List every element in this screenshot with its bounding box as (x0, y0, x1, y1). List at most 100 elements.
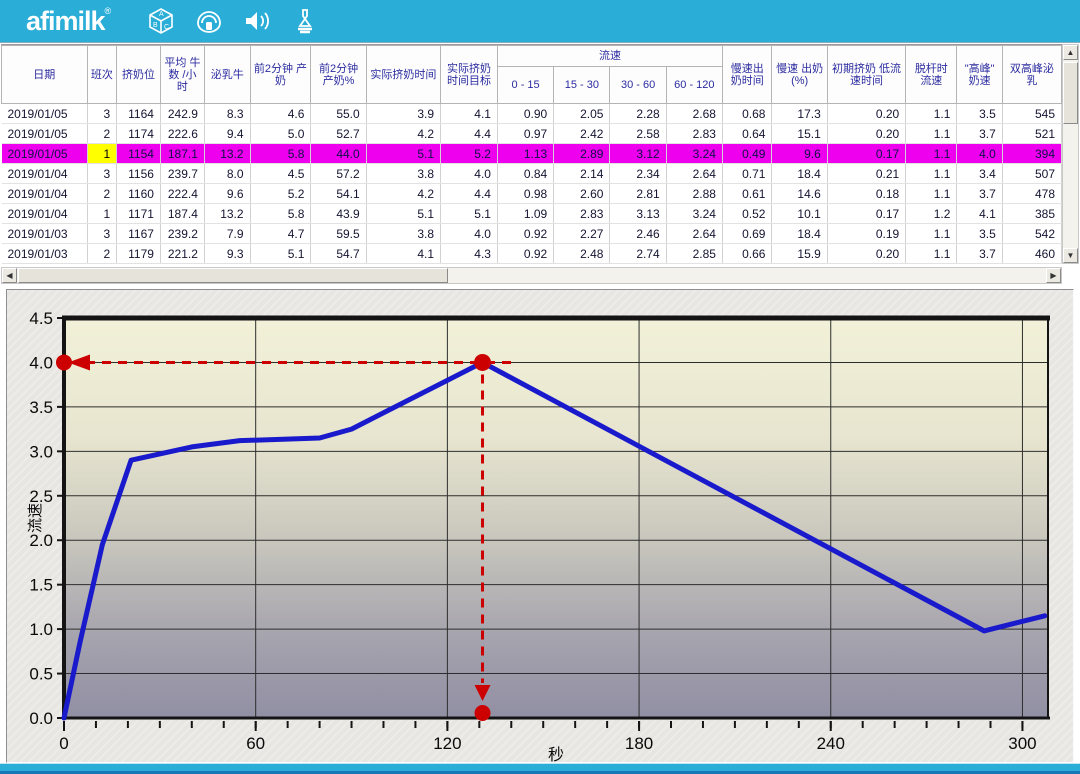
table-cell: 9.4 (204, 124, 250, 144)
table-row[interactable]: 2019/01/0421160222.49.65.254.14.24.40.98… (2, 184, 1062, 204)
table-cell: 4.1 (366, 244, 440, 264)
table-cell: 1.1 (906, 184, 957, 204)
table-cell: 3.7 (957, 244, 1002, 264)
table-cell: 54.7 (311, 244, 366, 264)
speaker-icon[interactable] (242, 6, 272, 36)
table-cell: 2019/01/04 (2, 184, 88, 204)
table-cell: 8.0 (204, 164, 250, 184)
table-cell: 222.4 (160, 184, 204, 204)
table-cell: 13.2 (204, 204, 250, 224)
table-cell: 3.8 (366, 224, 440, 244)
table-cell: 14.6 (772, 184, 827, 204)
table-cell: 3.5 (957, 224, 1002, 244)
table-cell: 0.21 (827, 164, 905, 184)
table-cell: 4.2 (366, 124, 440, 144)
abc-cube-icon[interactable]: A B C (146, 6, 176, 36)
table-cell: 4.4 (441, 124, 498, 144)
table-cell: 0.69 (722, 224, 772, 244)
plot-background (64, 318, 1048, 718)
table-cell: 2.42 (554, 124, 610, 144)
table-cell: 4.3 (441, 244, 498, 264)
table-cell: 2.34 (610, 164, 666, 184)
table-row[interactable]: 2019/01/0431156239.78.04.557.23.84.00.84… (2, 164, 1062, 184)
table-cell: 2019/01/05 (2, 104, 88, 124)
table-cell: 221.2 (160, 244, 204, 264)
table-cell: 2.64 (666, 164, 722, 184)
table-cell: 3.7 (957, 124, 1002, 144)
table-cell: 242.9 (160, 104, 204, 124)
flask-icon[interactable] (290, 6, 320, 36)
table-cell: 9.6 (772, 144, 827, 164)
flow-rate-chart: 0.00.51.01.52.02.53.03.54.04.50601201802… (0, 289, 1080, 763)
table-cell: 3 (87, 104, 117, 124)
scroll-up-button[interactable]: ▲ (1063, 45, 1078, 60)
table-cell: 3.24 (666, 204, 722, 224)
table-cell: 385 (1002, 204, 1061, 224)
table-cell: 0.90 (497, 104, 553, 124)
table-cell: 1.1 (906, 224, 957, 244)
header-cell: 日期 (2, 46, 88, 104)
header-cell: 实际挤奶 时间目标 (441, 46, 498, 104)
table-cell: 0.17 (827, 144, 905, 164)
table-cell: 239.7 (160, 164, 204, 184)
svg-text:B: B (153, 22, 158, 29)
table-cell: 3.5 (957, 104, 1002, 124)
table-cell: 4.4 (441, 184, 498, 204)
table-cell: 9.3 (204, 244, 250, 264)
table-cell: 2.81 (610, 184, 666, 204)
scroll-left-button[interactable]: ◀ (2, 268, 17, 283)
table-cell: 1 (87, 204, 117, 224)
y-tick-label: 0.5 (29, 665, 53, 684)
table-cell: 1.1 (906, 164, 957, 184)
table-cell: 1.09 (497, 204, 553, 224)
table-cell: 2.83 (666, 124, 722, 144)
scroll-right-button[interactable]: ▶ (1046, 268, 1061, 283)
table-row[interactable]: 2019/01/0411171187.413.25.843.95.15.11.0… (2, 204, 1062, 224)
table-cell: 0.71 (722, 164, 772, 184)
table-cell: 18.4 (772, 224, 827, 244)
table-cell: 5.8 (250, 204, 311, 224)
y-tick-label: 2.0 (29, 531, 53, 550)
table-cell: 8.3 (204, 104, 250, 124)
x-tick-label: 60 (246, 734, 265, 753)
table-cell: 2.89 (554, 144, 610, 164)
vertical-scroll-thumb[interactable] (1063, 62, 1078, 124)
table-cell: 4.1 (441, 104, 498, 124)
table-horizontal-scrollbar[interactable]: ◀ ▶ (1, 267, 1062, 284)
top-app-bar: afimilk® A B C (0, 0, 1080, 43)
x-tick-label: 240 (817, 734, 845, 753)
svg-text:C: C (164, 24, 169, 31)
table-cell: 17.3 (772, 104, 827, 124)
table-cell: 1154 (117, 144, 161, 164)
table-row-selected[interactable]: 2019/01/0511154187.113.25.844.05.15.21.1… (2, 144, 1062, 164)
table-cell: 3.24 (666, 144, 722, 164)
collar-icon[interactable] (194, 6, 224, 36)
table-row[interactable]: 2019/01/0531164242.98.34.655.03.94.10.90… (2, 104, 1062, 124)
table-cell: 7.9 (204, 224, 250, 244)
flow-group-header: 流速 (497, 46, 722, 67)
svg-text:A: A (159, 11, 164, 18)
table-row[interactable]: 2019/01/0521174222.69.45.052.74.24.40.97… (2, 124, 1062, 144)
table-cell: 2.68 (666, 104, 722, 124)
y-tick-label: 3.0 (29, 442, 53, 461)
table-cell: 2.46 (610, 224, 666, 244)
table-cell: 542 (1002, 224, 1061, 244)
table-cell: 2.28 (610, 104, 666, 124)
table-cell: 4.7 (250, 224, 311, 244)
table-cell: 1.2 (906, 204, 957, 224)
horizontal-scroll-thumb[interactable] (18, 268, 448, 283)
table-cell: 10.1 (772, 204, 827, 224)
table-cell: 3 (87, 164, 117, 184)
table-cell: 2 (87, 244, 117, 264)
x-tick-label: 0 (59, 734, 68, 753)
table-cell: 44.0 (311, 144, 366, 164)
table-cell: 0.61 (722, 184, 772, 204)
table-cell: 0.92 (497, 224, 553, 244)
table-row[interactable]: 2019/01/0321179221.29.35.154.74.14.30.92… (2, 244, 1062, 264)
table-cell: 1.1 (906, 244, 957, 264)
scroll-down-button[interactable]: ▼ (1063, 248, 1078, 263)
table-row[interactable]: 2019/01/0331167239.27.94.759.53.84.00.92… (2, 224, 1062, 244)
table-vertical-scrollbar[interactable]: ▲ ▼ (1062, 44, 1079, 264)
table-cell: 5.8 (250, 144, 311, 164)
table-cell: 1160 (117, 184, 161, 204)
